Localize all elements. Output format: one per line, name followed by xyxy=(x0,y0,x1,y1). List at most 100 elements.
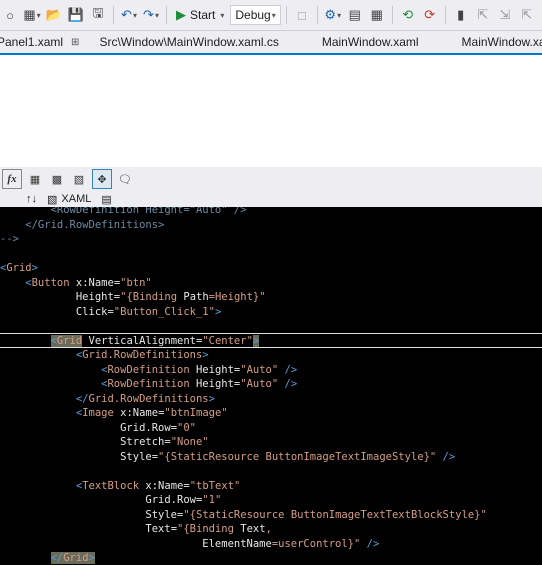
effects-icon[interactable]: fx xyxy=(2,169,22,189)
code-token: Height xyxy=(189,378,234,390)
code-token: =userControl}" xyxy=(271,537,361,550)
next-bookmark-icon[interactable]: ⇲ xyxy=(495,4,515,26)
code-line: </Grid.RowDefinitions> xyxy=(0,392,542,407)
code-token: /> xyxy=(278,378,298,390)
code-token: > xyxy=(202,349,209,361)
tab-mainwindow-xaml-cs[interactable]: Src\Window\MainWindow.xaml.cs xyxy=(99,31,278,53)
bookmark-folder-icon[interactable]: ⇱ xyxy=(517,4,537,26)
code-token: TextBlock xyxy=(82,479,140,492)
code-line: <Grid> xyxy=(0,261,542,276)
snap-lines-icon[interactable]: ✥ xyxy=(92,169,112,189)
code-token: Stretch xyxy=(0,436,165,448)
code-token: > xyxy=(208,392,215,405)
tab-label: Src\Window\MainWindow.xaml.cs xyxy=(99,35,279,49)
code-token: StaticResource xyxy=(196,508,285,521)
save-icon[interactable]: 💾 xyxy=(66,4,86,26)
code-token: --> xyxy=(0,233,19,245)
design-surface[interactable] xyxy=(0,55,542,167)
split-view-bar: ↑↓ ▧ XAML ▤ xyxy=(0,191,542,207)
code-token: ButtonImageTextTextBlockStyle}" xyxy=(284,508,487,521)
start-debug-button[interactable]: ▶ Start ▾ xyxy=(172,4,228,26)
save-all-icon[interactable]: 🖫 xyxy=(88,4,108,26)
code-token: x:Name xyxy=(139,479,184,492)
chevron-down-icon: ▾ xyxy=(271,10,276,20)
collapse-pane-icon[interactable]: ▤ xyxy=(101,193,111,206)
attach-icon[interactable]: □ xyxy=(292,4,312,26)
code-token: "Button_Click_1" xyxy=(113,305,215,318)
xaml-tab-label: XAML xyxy=(61,193,92,205)
solution-configuration-select[interactable]: Debug ▾ xyxy=(230,5,281,25)
code-line: <Image x:Name="btnImage" xyxy=(0,406,542,421)
xaml-code-editor[interactable]: <RowDefinition Height="Auto" /> </Grid.R… xyxy=(0,207,542,565)
code-line: <RowDefinition Height="Auto" /> xyxy=(0,377,542,392)
code-token: > xyxy=(252,334,260,347)
clear-track-icon[interactable]: ⟳ xyxy=(420,4,440,26)
document-tab-strip: Panel1.xaml ⊞ Src\Window\MainWindow.xaml… xyxy=(0,31,542,55)
matched-bracket: </ xyxy=(50,552,64,564)
code-line: <Button x:Name="btn" xyxy=(0,276,542,291)
toolbar-separator xyxy=(113,6,114,24)
new-project-dropdown-icon[interactable]: ▦ ▾ xyxy=(22,4,42,26)
code-token: < xyxy=(0,349,83,361)
code-token: Text xyxy=(0,523,171,535)
snap-grid-icon[interactable]: ▩ xyxy=(48,170,66,188)
designer-toolbar: fx ▦ ▩ ▧ ✥ 🗨 xyxy=(0,167,542,191)
code-token: </Grid.RowDefinitions> xyxy=(0,218,165,231)
code-token: < xyxy=(0,363,108,376)
code-token: < xyxy=(0,276,32,289)
artboard-icon[interactable]: ▧ xyxy=(70,170,88,188)
align-icon[interactable]: ▦ xyxy=(367,4,387,26)
code-token: > xyxy=(88,552,95,564)
tab-panel1-xaml[interactable]: Panel1.xaml ⊞ xyxy=(0,31,79,53)
open-file-icon[interactable]: 📂 xyxy=(44,4,64,26)
code-line: </Grid> xyxy=(0,551,542,565)
code-token: "btn" xyxy=(120,276,152,289)
code-line: Grid.Row="1" xyxy=(0,493,542,508)
tab-xaml[interactable]: ▧ XAML xyxy=(47,193,91,206)
code-line: --> xyxy=(0,232,542,247)
code-token: Style xyxy=(0,508,178,521)
code-token: < xyxy=(0,378,108,390)
nav-back-icon[interactable]: ○ xyxy=(0,4,20,26)
code-token: <RowDefinition Height="Auto" /> xyxy=(0,207,247,216)
code-token: < xyxy=(0,407,83,419)
code-line: ElementName=userControl}" /> xyxy=(0,537,542,552)
configuration-value: Debug xyxy=(235,8,271,22)
toolbar-separator xyxy=(166,6,167,24)
code-token: /> xyxy=(278,363,298,376)
play-icon: ▶ xyxy=(176,7,186,22)
browser-link-icon[interactable]: ⚙ ▾ xyxy=(323,4,343,26)
grid-icon[interactable]: ▦ xyxy=(26,170,44,188)
code-line: Style="{StaticResource ButtonImageTextTe… xyxy=(0,508,542,523)
code-line: Height="{Binding Path=Height}" xyxy=(0,290,542,305)
redo-icon[interactable]: ↷ ▾ xyxy=(141,4,161,26)
code-token: Grid.RowDefinitions xyxy=(82,349,203,361)
code-token: "Auto" xyxy=(240,378,279,390)
code-token: < xyxy=(0,479,83,492)
code-token: x:Name xyxy=(69,276,114,289)
code-token: /> xyxy=(360,537,380,550)
code-token: Text xyxy=(233,523,266,535)
tab-mainwindow-xaml[interactable]: MainWindow.xaml xyxy=(322,31,419,53)
code-token: /> xyxy=(436,450,456,463)
tab-label: MainWindow.xaml xyxy=(321,35,419,49)
bookmark-icon[interactable]: ▮ xyxy=(451,4,471,26)
swap-panes-button[interactable]: ↑↓ xyxy=(26,193,37,205)
code-token: Grid.Row xyxy=(0,494,196,506)
code-token: Binding xyxy=(132,291,178,303)
undo-icon[interactable]: ↶ ▾ xyxy=(119,4,139,26)
code-token: Grid.RowDefinitions xyxy=(88,392,209,405)
code-token: "{ xyxy=(120,291,133,303)
prev-bookmark-icon[interactable]: ⇱ xyxy=(473,4,493,26)
code-line: Style="{StaticResource ButtonImageTextIm… xyxy=(0,450,542,465)
code-token: Path xyxy=(177,291,209,303)
pin-icon[interactable]: ⊞ xyxy=(71,37,79,48)
track-element-icon[interactable]: ⟲ xyxy=(398,4,418,26)
tab-mainwindow-xaml-2[interactable]: MainWindow.xaml xyxy=(462,31,542,53)
matched-bracket: < xyxy=(50,334,57,347)
annotation-icon[interactable]: 🗨 xyxy=(116,170,134,188)
toggle-layout-icon[interactable]: ▤ xyxy=(345,4,365,26)
